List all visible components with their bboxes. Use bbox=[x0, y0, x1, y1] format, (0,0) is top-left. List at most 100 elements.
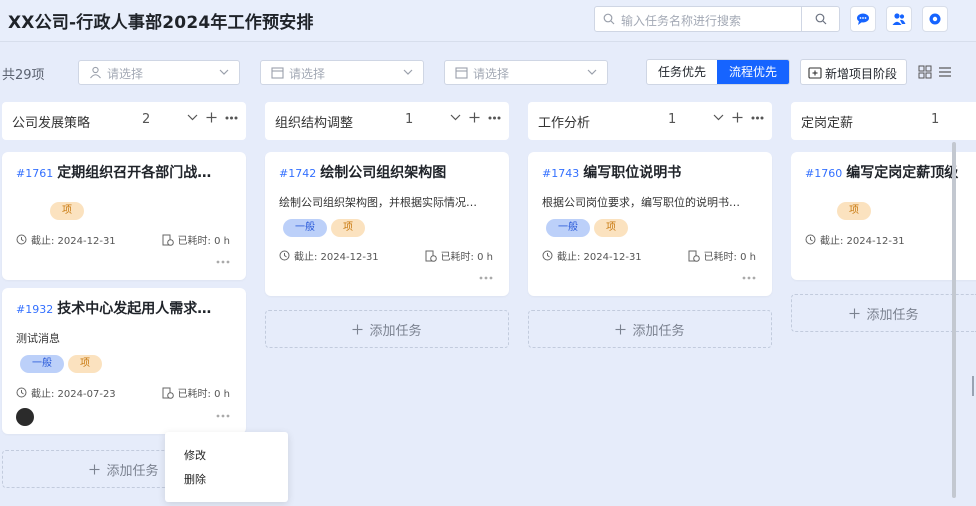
document-clock-icon bbox=[425, 250, 437, 262]
card-title[interactable]: #1743 编写职位说明书 bbox=[542, 162, 681, 182]
task-id: #1761 bbox=[16, 167, 54, 180]
calendar-icon bbox=[271, 67, 284, 79]
chevron-down-icon bbox=[403, 69, 413, 75]
type-tag: 项 bbox=[50, 202, 84, 220]
search-input[interactable]: 输入任务名称进行搜索 bbox=[621, 12, 741, 29]
document-clock-icon bbox=[162, 387, 174, 399]
time-spent: 已耗时: 0 h bbox=[688, 248, 756, 263]
more-icon[interactable] bbox=[225, 116, 238, 120]
deadline: 截止: 2024-12-31 bbox=[542, 248, 642, 263]
card-title[interactable]: #1760 编写定岗定薪顶级 bbox=[805, 162, 958, 182]
column-header: 组织结构调整 1 bbox=[265, 102, 509, 140]
column-header: 公司发展策略 2 bbox=[2, 102, 246, 140]
search-icon bbox=[815, 13, 826, 25]
add-folder-icon bbox=[808, 67, 822, 79]
add-stage-button[interactable]: 新增项目阶段 bbox=[800, 59, 907, 85]
card-description: 测试消息 bbox=[16, 332, 60, 345]
priority-tag: 一般 bbox=[20, 355, 64, 373]
members-icon bbox=[892, 13, 906, 25]
plus-icon[interactable] bbox=[206, 112, 217, 123]
start-date-select[interactable]: 请选择 bbox=[260, 60, 424, 85]
end-date-select[interactable]: 请选择 bbox=[444, 60, 608, 85]
members-button[interactable] bbox=[886, 6, 912, 32]
delete-menu-item[interactable]: 删除 bbox=[184, 471, 206, 487]
priority-mode-toggle[interactable]: 任务优先 流程优先 bbox=[646, 59, 790, 85]
task-id: #1932 bbox=[16, 303, 54, 316]
column-header: 定岗定薪 1 bbox=[791, 102, 976, 140]
deadline: 截止: 2024-12-31 bbox=[279, 248, 379, 263]
add-task-button[interactable]: 添加任务 bbox=[528, 310, 772, 348]
priority-tag: 一般 bbox=[283, 219, 327, 237]
add-task-button[interactable]: 添加任务 bbox=[791, 294, 976, 332]
more-icon[interactable] bbox=[751, 116, 764, 120]
filter-toolbar: 共29项 请选择 请选择 请选择 任务优先 流程优先 新增项目阶段 bbox=[0, 58, 976, 88]
card-title[interactable]: #1761 定期组织召开各部门战… bbox=[16, 162, 211, 182]
time-spent: 已耗时: 0 h bbox=[162, 385, 230, 400]
task-id: #1743 bbox=[542, 167, 580, 180]
column-header: 工作分析 1 bbox=[528, 102, 772, 140]
task-card[interactable]: #1761 定期组织召开各部门战… 项 截止: 2024-12-31 已耗时: 0… bbox=[2, 152, 246, 280]
more-icon[interactable] bbox=[216, 414, 230, 418]
deadline: 截止: 2024-12-31 bbox=[805, 232, 905, 247]
edit-menu-item[interactable]: 修改 bbox=[184, 447, 206, 463]
deadline: 截止: 2024-07-23 bbox=[16, 385, 116, 400]
task-first-tab[interactable]: 任务优先 bbox=[647, 60, 717, 84]
clock-icon bbox=[16, 387, 27, 398]
type-tag: 项 bbox=[331, 219, 365, 237]
column-count: 2 bbox=[142, 112, 151, 127]
task-card[interactable]: #1760 编写定岗定薪顶级 项 截止: 2024-12-31 bbox=[791, 152, 976, 280]
chevron-down-icon[interactable] bbox=[450, 112, 461, 123]
list-view-icon[interactable] bbox=[938, 65, 952, 79]
plus-icon[interactable] bbox=[732, 112, 743, 123]
chevron-down-icon[interactable] bbox=[187, 112, 198, 123]
settings-button[interactable] bbox=[922, 6, 948, 32]
add-task-button[interactable]: 添加任务 bbox=[265, 310, 509, 348]
more-icon[interactable] bbox=[216, 260, 230, 264]
chat-icon bbox=[857, 13, 869, 25]
more-icon[interactable] bbox=[479, 276, 493, 280]
more-icon[interactable] bbox=[742, 276, 756, 280]
card-description: 根据公司岗位要求，编写职位的说明书… bbox=[542, 196, 740, 209]
vertical-scrollbar[interactable] bbox=[952, 142, 956, 498]
type-tag: 项 bbox=[68, 355, 102, 373]
horizontal-scroll-handle[interactable] bbox=[972, 376, 974, 396]
page-title: XX公司-行政人事部2024年工作预安排 bbox=[8, 13, 314, 33]
priority-tag: 一般 bbox=[546, 219, 590, 237]
column-count: 1 bbox=[931, 112, 940, 127]
clock-icon bbox=[805, 234, 816, 245]
document-clock-icon bbox=[162, 234, 174, 246]
grid-view-icon[interactable] bbox=[918, 65, 932, 79]
card-title[interactable]: #1742 绘制公司组织架构图 bbox=[279, 162, 446, 182]
task-id: #1760 bbox=[805, 167, 843, 180]
chevron-down-icon bbox=[587, 69, 597, 75]
task-card[interactable]: #1742 绘制公司组织架构图 绘制公司组织架构图，并根据实际情况… 一般 项 截… bbox=[265, 152, 509, 296]
card-description: 绘制公司组织架构图，并根据实际情况… bbox=[279, 196, 477, 209]
column-title: 组织结构调整 bbox=[275, 116, 354, 131]
chat-button[interactable] bbox=[850, 6, 876, 32]
column-count: 1 bbox=[405, 112, 414, 127]
type-tag: 项 bbox=[837, 202, 871, 220]
document-clock-icon bbox=[688, 250, 700, 262]
assignee-select[interactable]: 请选择 bbox=[78, 60, 240, 85]
plus-icon[interactable] bbox=[469, 112, 480, 123]
search-button[interactable] bbox=[801, 7, 839, 31]
type-tag: 项 bbox=[594, 219, 628, 237]
task-card[interactable]: #1932 技术中心发起用人需求… 测试消息 一般 项 截止: 2024-07-2… bbox=[2, 288, 246, 434]
task-id: #1742 bbox=[279, 167, 317, 180]
chevron-down-icon[interactable] bbox=[713, 112, 724, 123]
column-count: 1 bbox=[668, 112, 677, 127]
more-icon[interactable] bbox=[488, 116, 501, 120]
card-title[interactable]: #1932 技术中心发起用人需求… bbox=[16, 298, 211, 318]
gear-icon bbox=[929, 13, 941, 25]
task-card[interactable]: #1743 编写职位说明书 根据公司岗位要求，编写职位的说明书… 一般 项 截止:… bbox=[528, 152, 772, 296]
column-title: 公司发展策略 bbox=[12, 116, 91, 131]
flow-first-tab[interactable]: 流程优先 bbox=[717, 60, 789, 84]
plus-icon bbox=[849, 308, 860, 318]
column-title: 工作分析 bbox=[538, 116, 591, 131]
user-icon bbox=[90, 66, 101, 79]
time-spent: 已耗时: 0 h bbox=[425, 248, 493, 263]
clock-icon bbox=[542, 250, 553, 261]
search-box[interactable]: 输入任务名称进行搜索 bbox=[594, 6, 840, 32]
avatar[interactable] bbox=[16, 408, 34, 426]
chevron-down-icon bbox=[219, 69, 229, 75]
